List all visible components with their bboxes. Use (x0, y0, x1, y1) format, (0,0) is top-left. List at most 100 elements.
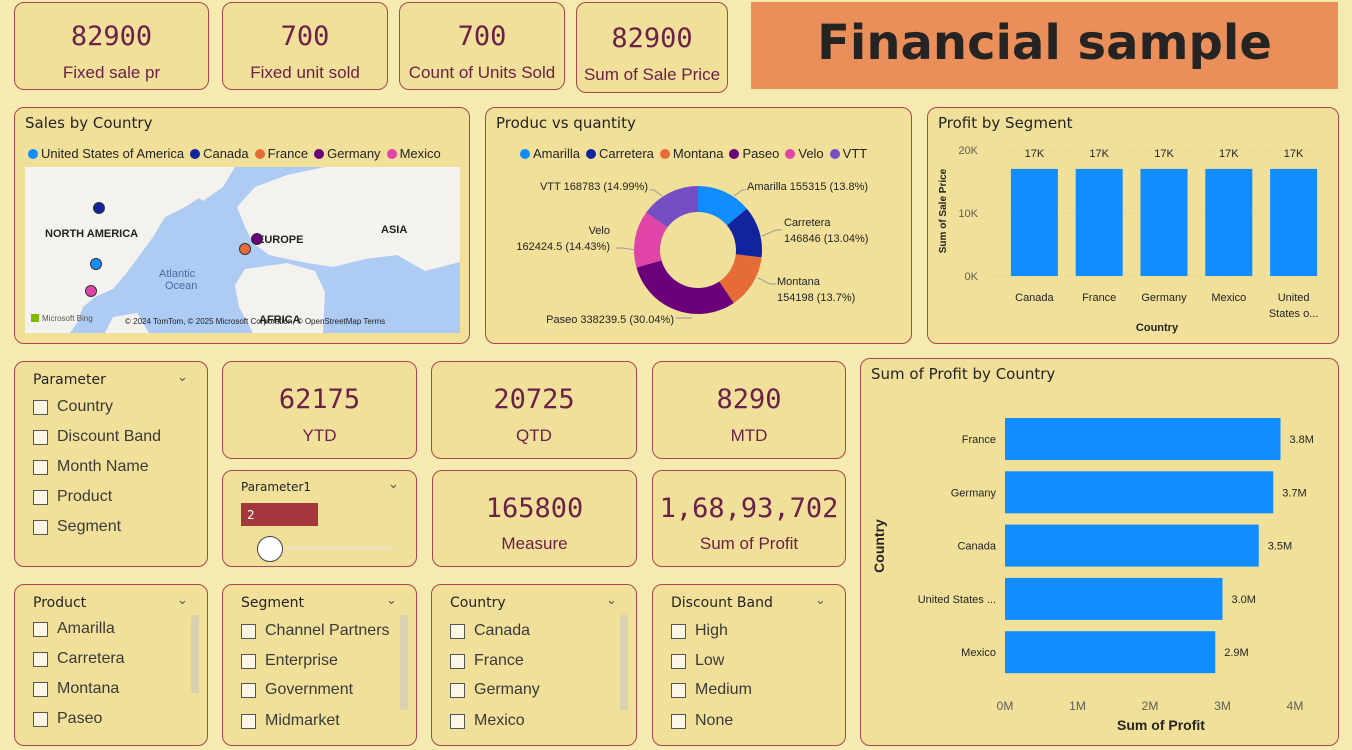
parameter-slicer[interactable]: Parameter ⌄ Country Discount Band Month … (14, 361, 208, 567)
slicer-scrollbar[interactable] (620, 615, 628, 710)
checkbox[interactable] (33, 429, 48, 445)
slicer-item[interactable]: Product (33, 488, 112, 506)
checkbox[interactable] (33, 489, 48, 505)
y-tick-labels: 0K 10K 20K (958, 145, 978, 283)
bar[interactable] (1005, 471, 1274, 514)
slicer-item[interactable]: France (450, 652, 524, 670)
slicer-item[interactable]: Month Name (33, 458, 149, 476)
slicer-item[interactable]: High (671, 622, 728, 640)
slicer-item[interactable]: Canada (450, 622, 530, 640)
map-bubble-canada[interactable] (93, 202, 105, 214)
x-tick-label: 3M (1214, 699, 1231, 713)
chevron-down-icon[interactable]: ⌄ (815, 593, 826, 608)
map-canvas[interactable]: NORTH AMERICA EUROPE ASIA Atlantic Ocean… (25, 167, 460, 333)
checkbox[interactable] (241, 713, 256, 729)
slicer-item[interactable]: Segment (33, 518, 121, 536)
slicer-item[interactable]: Medium (671, 681, 752, 699)
slicer-item[interactable]: Mexico (450, 712, 525, 730)
checkbox[interactable] (33, 681, 48, 697)
slicer-item[interactable]: None (671, 712, 733, 730)
y-tick-label: 10K (958, 208, 978, 220)
slicer-item[interactable]: Country (33, 398, 113, 416)
checkbox[interactable] (450, 653, 465, 669)
checkbox[interactable] (671, 682, 686, 698)
profit-by-country-card[interactable]: Sum of Profit by Country France Germany Ca… (860, 358, 1339, 746)
bar[interactable] (1005, 418, 1281, 460)
checkbox[interactable] (33, 399, 48, 415)
slicer-item[interactable]: Low (671, 652, 724, 670)
parameter1-value: 2 (247, 508, 255, 522)
data-label: 17K (1154, 148, 1174, 160)
chevron-down-icon[interactable]: ⌄ (386, 593, 397, 608)
data-label: 17K (1284, 148, 1304, 160)
product-slicer[interactable]: Product ⌄ Amarilla Carretera Montana Pas… (14, 584, 208, 746)
checkbox[interactable] (450, 623, 465, 639)
checkbox[interactable] (33, 459, 48, 475)
slicer-item[interactable]: Germany (450, 681, 540, 699)
slicer-item[interactable]: Enterprise (241, 652, 338, 670)
map-bubble-germany[interactable] (251, 233, 263, 245)
map-bubble-france[interactable] (239, 243, 251, 255)
donut-label-amarilla: Amarilla 155315 (13.8%) (747, 181, 868, 193)
bar[interactable] (1005, 577, 1223, 620)
slider-handle[interactable] (257, 536, 283, 562)
slicer-item[interactable]: Channel Partners (241, 622, 390, 640)
country-slicer[interactable]: Country ⌄ Canada France Germany Mexico (431, 584, 637, 746)
checkbox[interactable] (450, 682, 465, 698)
checkbox[interactable] (241, 682, 256, 698)
bar[interactable] (1270, 168, 1318, 276)
checkbox[interactable] (671, 623, 686, 639)
donut-chart[interactable]: Amarilla 155315 (13.8%) Carretera 146846… (486, 166, 911, 342)
legend-item: Velo (785, 146, 824, 161)
profit-by-country-chart[interactable]: France Germany Canada United States ... Mexi… (861, 389, 1338, 745)
checkbox[interactable] (450, 713, 465, 729)
legend-item: Paseo (729, 146, 779, 161)
checkbox[interactable] (671, 713, 686, 729)
slicer-item[interactable]: Paseo (33, 710, 102, 728)
donut-slices[interactable] (634, 186, 762, 314)
bar[interactable] (1010, 168, 1058, 276)
chevron-down-icon[interactable]: ⌄ (177, 370, 188, 385)
bars[interactable] (1010, 168, 1318, 276)
checkbox[interactable] (33, 519, 48, 535)
segment-slicer[interactable]: Segment ⌄ Channel Partners Enterprise Go… (222, 584, 417, 746)
checkbox[interactable] (33, 711, 48, 727)
parameter1-value-box[interactable]: 2 (241, 503, 318, 526)
slicer-item[interactable]: Midmarket (241, 712, 340, 730)
slicer-title: Discount Band (671, 595, 773, 611)
map-bubble-united-states[interactable] (90, 258, 102, 270)
slicer-scrollbar[interactable] (191, 615, 199, 693)
bars[interactable] (1005, 418, 1281, 674)
profit-by-segment-card[interactable]: Profit by Segment 0K 10K 20K 17K 17K 17K 17K 1… (927, 107, 1339, 344)
slicer-item[interactable]: Amarilla (33, 620, 115, 638)
chevron-down-icon[interactable]: ⌄ (177, 593, 188, 608)
checkbox[interactable] (241, 623, 256, 639)
checkbox[interactable] (241, 653, 256, 669)
parameter1-slicer[interactable]: Parameter1 ⌄ 2 (222, 470, 417, 567)
chevron-down-icon[interactable]: ⌄ (606, 593, 617, 608)
checkbox[interactable] (671, 653, 686, 669)
slicer-scrollbar[interactable] (400, 615, 408, 710)
slicer-item[interactable]: Carretera (33, 650, 125, 668)
checkbox[interactable] (33, 651, 48, 667)
bar[interactable] (1075, 168, 1123, 276)
bar[interactable] (1005, 524, 1259, 567)
bar[interactable] (1140, 168, 1188, 276)
bar[interactable] (1005, 631, 1216, 674)
slicer-item[interactable]: Discount Band (33, 428, 161, 446)
kpi-card-ytd: 62175 YTD (222, 361, 417, 459)
map-bubble-mexico[interactable] (85, 285, 97, 297)
slicer-item[interactable]: Government (241, 681, 353, 699)
donut-visual-card[interactable]: Produc vs quantity Amarilla Carretera Mo… (485, 107, 912, 344)
kpi-value: 8290 (716, 384, 782, 415)
map-visual-card[interactable]: Sales by Country United States of Americ… (14, 107, 470, 344)
checkbox[interactable] (33, 621, 48, 637)
map-copyright[interactable]: © 2024 TomTom, © 2025 Microsoft Corporat… (125, 317, 385, 326)
profit-by-segment-chart[interactable]: 0K 10K 20K 17K 17K 17K 17K 17K Canada France Ger… (928, 136, 1338, 342)
discount-band-slicer[interactable]: Discount Band ⌄ High Low Medium None (652, 584, 846, 746)
slicer-item[interactable]: Montana (33, 680, 119, 698)
bar[interactable] (1205, 168, 1253, 276)
chevron-down-icon[interactable]: ⌄ (388, 477, 399, 492)
map-label-asia: ASIA (381, 224, 407, 236)
donut-slice-paseo[interactable] (636, 260, 734, 314)
